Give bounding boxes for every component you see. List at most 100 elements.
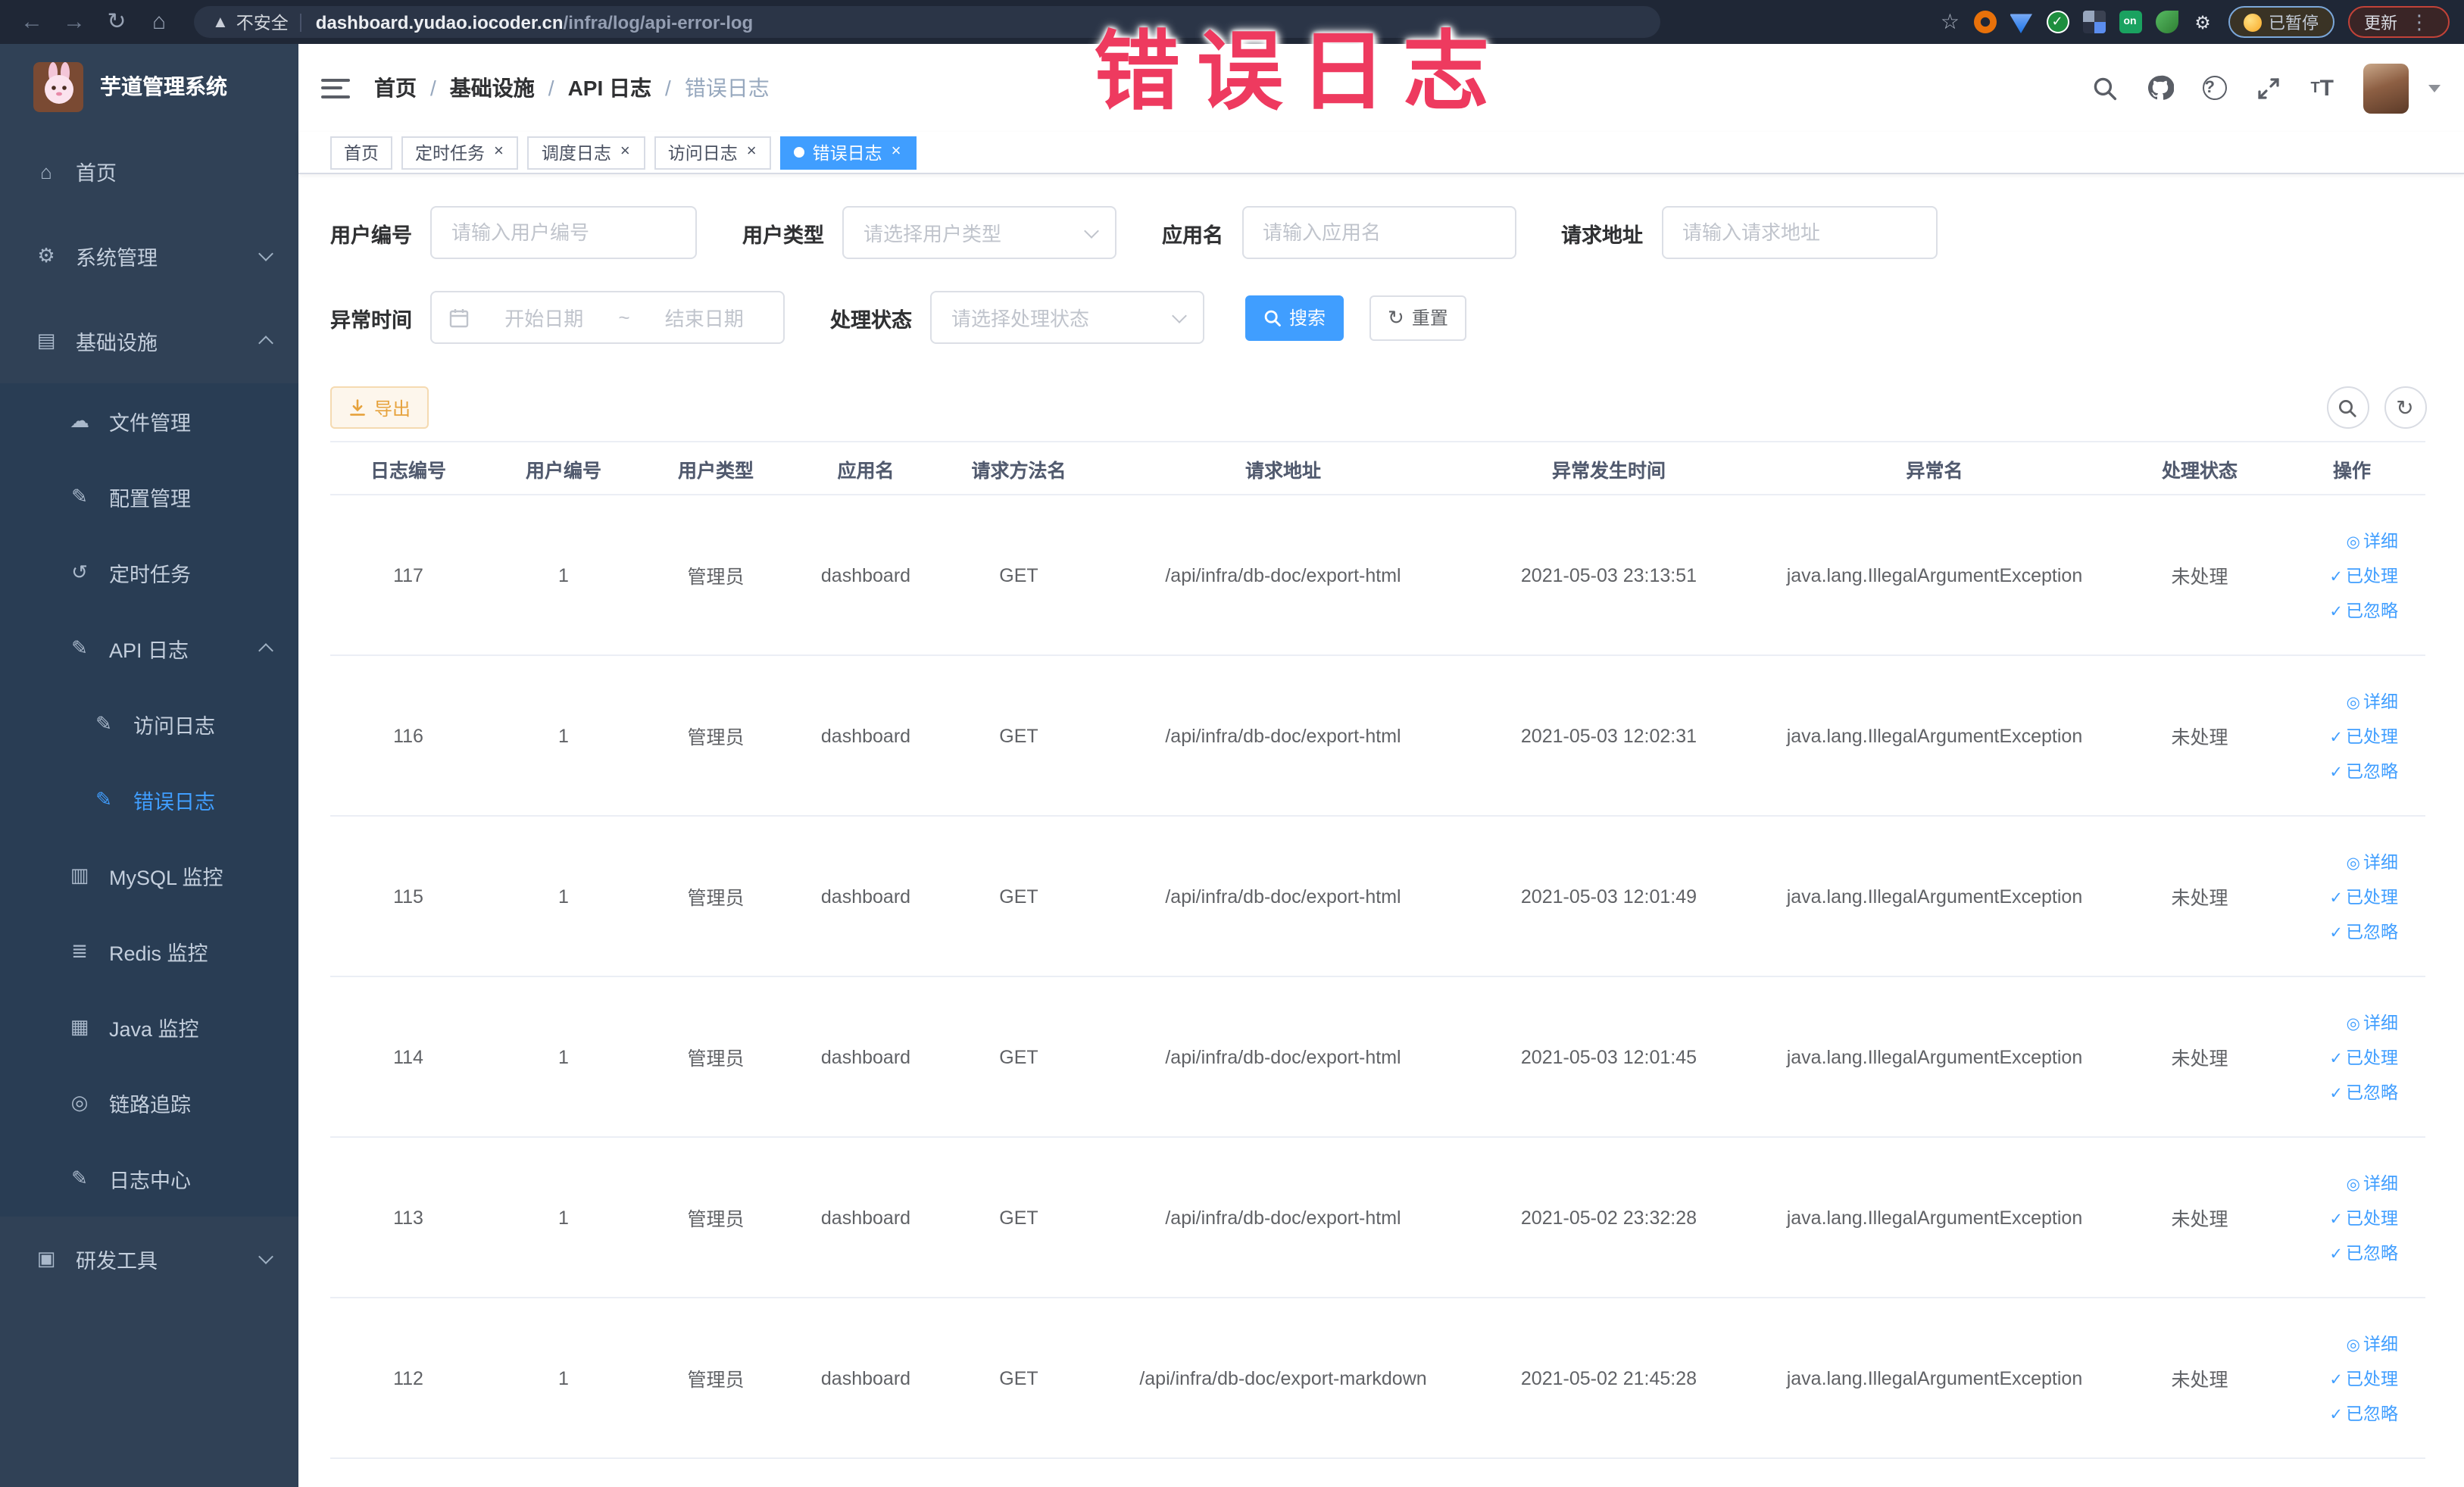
- sidebar-item-label: 基础设施: [76, 332, 158, 355]
- app-logo-row[interactable]: 芋道管理系统: [0, 44, 298, 129]
- action-已处理[interactable]: ✓ 已处理: [2284, 884, 2398, 908]
- paused-badge[interactable]: 已暂停: [2228, 6, 2334, 38]
- sidebar-item-config-edit[interactable]: ✎ 配置管理: [0, 459, 298, 535]
- bookmark-star-icon[interactable]: ☆: [1941, 9, 1960, 35]
- extensions-puzzle-icon[interactable]: ⚙: [2191, 11, 2214, 33]
- process-status-select[interactable]: 请选择处理状态: [930, 291, 1204, 344]
- check-icon: ✓: [2329, 1084, 2343, 1102]
- update-button[interactable]: 更新 ⋮: [2347, 6, 2449, 38]
- sidebar-item-java-monitor[interactable]: ▦ Java 监控: [0, 989, 298, 1065]
- exception-time-range-picker[interactable]: 开始日期 ~ 结束日期: [430, 291, 785, 344]
- hamburger-icon[interactable]: [321, 73, 350, 103]
- action-已忽略[interactable]: ✓ 已忽略: [2284, 919, 2398, 943]
- sidebar-item-mysql-monitor[interactable]: ▥ MySQL 监控: [0, 838, 298, 914]
- eye-icon: ◎: [2346, 1014, 2360, 1032]
- topbar: 首页 / 基础设施 / API 日志 / 错误日志 ? TT: [298, 44, 2464, 132]
- sidebar-item-log-center[interactable]: ✎ 日志中心: [0, 1141, 298, 1217]
- cell-url: /api/infra/db-doc/export-html: [1097, 495, 1469, 656]
- tab-调度日志[interactable]: 调度日志 ×: [527, 136, 645, 169]
- cell-id: 113: [330, 1137, 486, 1298]
- sidebar-item-api-log[interactable]: ✎ API 日志: [0, 611, 298, 686]
- sidebar-item-redis-monitor[interactable]: ≣ Redis 监控: [0, 914, 298, 989]
- sidebar-item-infrastructure[interactable]: ▤ 基础设施: [0, 298, 298, 383]
- extension-leaf-icon[interactable]: [2155, 11, 2178, 33]
- tab-定时任务[interactable]: 定时任务 ×: [401, 136, 519, 169]
- action-详细[interactable]: ◎ 详细: [2284, 689, 2398, 713]
- action-详细[interactable]: ◎ 详细: [2284, 1170, 2398, 1195]
- breadcrumb-item[interactable]: API 日志: [568, 73, 651, 103]
- toggle-search-button[interactable]: [2326, 386, 2369, 429]
- user-type-select[interactable]: 请选择用户类型: [842, 206, 1116, 259]
- reset-button-label: 重置: [1411, 308, 1448, 329]
- action-已忽略[interactable]: ✓ 已忽略: [2284, 758, 2398, 783]
- sidebar-item-home[interactable]: ⌂ 首页: [0, 129, 298, 214]
- table-row-log-117: 117 1 管理员 dashboard GET/api/infra/db-doc/exp…: [330, 495, 2425, 656]
- tab-首页[interactable]: 首页: [330, 136, 392, 169]
- breadcrumb-separator: /: [430, 76, 436, 100]
- action-已处理[interactable]: ✓ 已处理: [2284, 1045, 2398, 1069]
- action-label: 已忽略: [2346, 763, 2398, 781]
- extension-green-check-icon[interactable]: [2046, 11, 2069, 33]
- close-icon[interactable]: ×: [619, 143, 632, 161]
- refresh-table-button[interactable]: ↻: [2384, 386, 2426, 429]
- search-icon[interactable]: [2092, 75, 2118, 101]
- back-icon[interactable]: ←: [15, 0, 48, 44]
- action-已忽略[interactable]: ✓ 已忽略: [2284, 1079, 2398, 1104]
- export-button[interactable]: 导出: [330, 386, 429, 429]
- sidebar-item-file-cloud[interactable]: ☁ 文件管理: [0, 383, 298, 459]
- sidebar-item-label: Redis 监控: [109, 942, 208, 965]
- action-详细[interactable]: ◎ 详细: [2284, 1331, 2398, 1355]
- sidebar-item-gear[interactable]: ⚙ 系统管理: [0, 214, 298, 298]
- cell-id: 117: [330, 495, 486, 656]
- extension-orange-icon[interactable]: [1973, 11, 1996, 33]
- action-已忽略[interactable]: ✓ 已忽略: [2284, 1240, 2398, 1264]
- sidebar-item-error-log[interactable]: ✎ 错误日志: [0, 762, 298, 838]
- avatar-caret-icon[interactable]: [2428, 84, 2440, 92]
- close-icon[interactable]: ×: [890, 143, 903, 161]
- extension-on-badge-icon[interactable]: [2119, 11, 2141, 33]
- column-header-用户编号: 用户编号: [486, 442, 641, 495]
- extension-grid-icon[interactable]: [2082, 11, 2105, 33]
- filter-row-2: 异常时间 开始日期 ~ 结束日期 处理状态 请选择处理状态 搜索 ↻ 重置: [330, 291, 2426, 344]
- sidebar-item-scheduled-job[interactable]: ↺ 定时任务: [0, 535, 298, 611]
- column-header-应用名: 应用名: [791, 442, 941, 495]
- action-已处理[interactable]: ✓ 已处理: [2284, 563, 2398, 587]
- app-name-input[interactable]: [1241, 206, 1516, 259]
- fullscreen-icon[interactable]: [2256, 75, 2281, 101]
- search-button[interactable]: 搜索: [1245, 295, 1344, 340]
- browser-home-icon[interactable]: ⌂: [142, 0, 176, 44]
- sidebar-item-access-log[interactable]: ✎ 访问日志: [0, 686, 298, 762]
- action-详细[interactable]: ◎ 详细: [2284, 849, 2398, 873]
- forward-icon[interactable]: →: [58, 0, 91, 44]
- sidebar-item-dev-tools[interactable]: ▣ 研发工具: [0, 1217, 298, 1301]
- extension-blue-icon[interactable]: [2010, 14, 2032, 33]
- close-icon[interactable]: ×: [745, 143, 758, 161]
- action-详细[interactable]: ◎ 详细: [2284, 1010, 2398, 1034]
- sidebar-item-trace[interactable]: ◎ 链路追踪: [0, 1065, 298, 1141]
- avatar[interactable]: [2363, 63, 2408, 113]
- process-status-placeholder: 请选择处理状态: [951, 308, 1090, 330]
- close-icon[interactable]: ×: [492, 143, 505, 161]
- action-已处理[interactable]: ✓ 已处理: [2284, 723, 2398, 748]
- action-已忽略[interactable]: ✓ 已忽略: [2284, 598, 2398, 622]
- user-id-input[interactable]: [430, 206, 697, 259]
- action-已处理[interactable]: ✓ 已处理: [2284, 1205, 2398, 1229]
- help-icon[interactable]: ?: [2203, 76, 2228, 100]
- action-已处理[interactable]: ✓ 已处理: [2284, 1366, 2398, 1390]
- breadcrumb-item[interactable]: 首页: [374, 73, 417, 103]
- request-url-input[interactable]: [1661, 206, 1937, 259]
- breadcrumb-item[interactable]: 基础设施: [450, 73, 535, 103]
- cell-time: 2021-05-02 21:45:28: [1469, 1298, 1748, 1459]
- address-bar[interactable]: ▲ 不安全 dashboard.yudao.iocoder.cn /infra/…: [194, 6, 1660, 38]
- sidebar-item-label: 错误日志: [133, 791, 215, 814]
- font-size-icon[interactable]: TT: [2310, 75, 2334, 101]
- tab-访问日志[interactable]: 访问日志 ×: [654, 136, 772, 169]
- sidebar-item-label: 链路追踪: [109, 1094, 191, 1117]
- breadcrumb-separator: /: [665, 76, 671, 100]
- github-icon[interactable]: [2147, 74, 2175, 102]
- reset-button[interactable]: ↻ 重置: [1369, 295, 1466, 340]
- action-已忽略[interactable]: ✓ 已忽略: [2284, 1401, 2398, 1425]
- reload-icon[interactable]: ↻: [100, 0, 133, 44]
- action-详细[interactable]: ◎ 详细: [2284, 528, 2398, 552]
- tab-错误日志[interactable]: 错误日志 ×: [780, 136, 917, 169]
